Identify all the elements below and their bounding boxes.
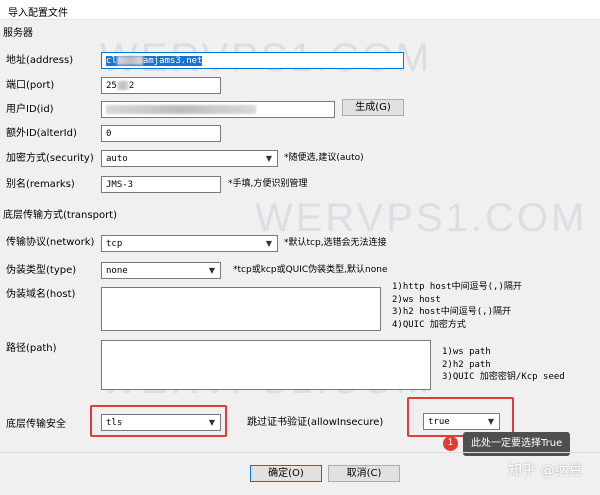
credit-watermark: 知乎 @纳豆 [508,463,583,479]
security-hint: *随便选,建议(auto) [284,153,364,163]
footer-divider [0,452,600,453]
watermark: WERVPS1.COM [255,196,588,240]
generate-button[interactable]: 生成(G) [342,99,404,116]
tls-label: 底层传输安全 [6,419,66,430]
network-hint: *默认tcp,选错会无法连接 [284,238,387,248]
section-server-label: 服务器 [3,28,33,39]
allow-insecure-label: 跳过证书验证(allowInsecure) [247,417,384,428]
network-label: 传输协议(network) [6,237,95,248]
path-label: 路径(path) [6,343,57,354]
chevron-down-icon: ▼ [487,417,494,426]
port-input[interactable]: 25 2 [101,77,221,94]
path-input[interactable] [101,340,431,390]
network-select[interactable]: tcp ▼ [101,235,278,252]
type-select[interactable]: none ▼ [101,262,221,279]
host-input[interactable] [101,287,381,331]
chevron-down-icon: ▼ [265,239,272,248]
address-label: 地址(address) [6,55,74,66]
port-label: 端口(port) [6,80,55,91]
title-bar: 导入配置文件 [0,0,600,20]
host-label: 伪装域名(host) [6,289,76,300]
cancel-button[interactable]: 取消(C) [328,465,400,482]
security-select[interactable]: auto ▼ [101,150,278,167]
remarks-hint: *手填,方便识别管理 [228,179,308,189]
host-hints: 1)http host中间逗号(,)隔开 2)ws host 3)h2 host… [392,282,522,330]
user-id-label: 用户ID(id) [6,104,54,115]
type-label: 伪装类型(type) [6,265,77,276]
allow-insecure-select[interactable]: true ▼ [423,413,500,430]
type-hint: *tcp或kcp或QUIC伪装类型,默认none [233,265,388,275]
annotation-badge: 1 [443,436,458,451]
window-title: 导入配置文件 [8,8,68,19]
remarks-label: 别名(remarks) [6,179,75,190]
tls-select[interactable]: tls ▼ [101,414,221,431]
remarks-input[interactable]: JMS-3 [101,176,221,193]
security-label: 加密方式(security) [6,153,94,164]
alter-id-label: 额外ID(alterId) [6,128,77,139]
address-value-selection: cl amjams3.net [106,56,203,66]
chevron-down-icon: ▼ [208,266,215,275]
alter-id-input[interactable]: 0 [101,125,221,142]
chevron-down-icon: ▼ [265,154,272,163]
path-hints: 1)ws path 2)h2 path 3)QUIC 加密密钥/Kcp seed [442,347,565,382]
address-input[interactable]: cl amjams3.net [101,52,404,69]
user-id-input[interactable] [101,101,335,118]
chevron-down-icon: ▼ [208,418,215,427]
section-transport-label: 底层传输方式(transport) [3,210,118,221]
ok-button[interactable]: 确定(O) [250,465,322,482]
